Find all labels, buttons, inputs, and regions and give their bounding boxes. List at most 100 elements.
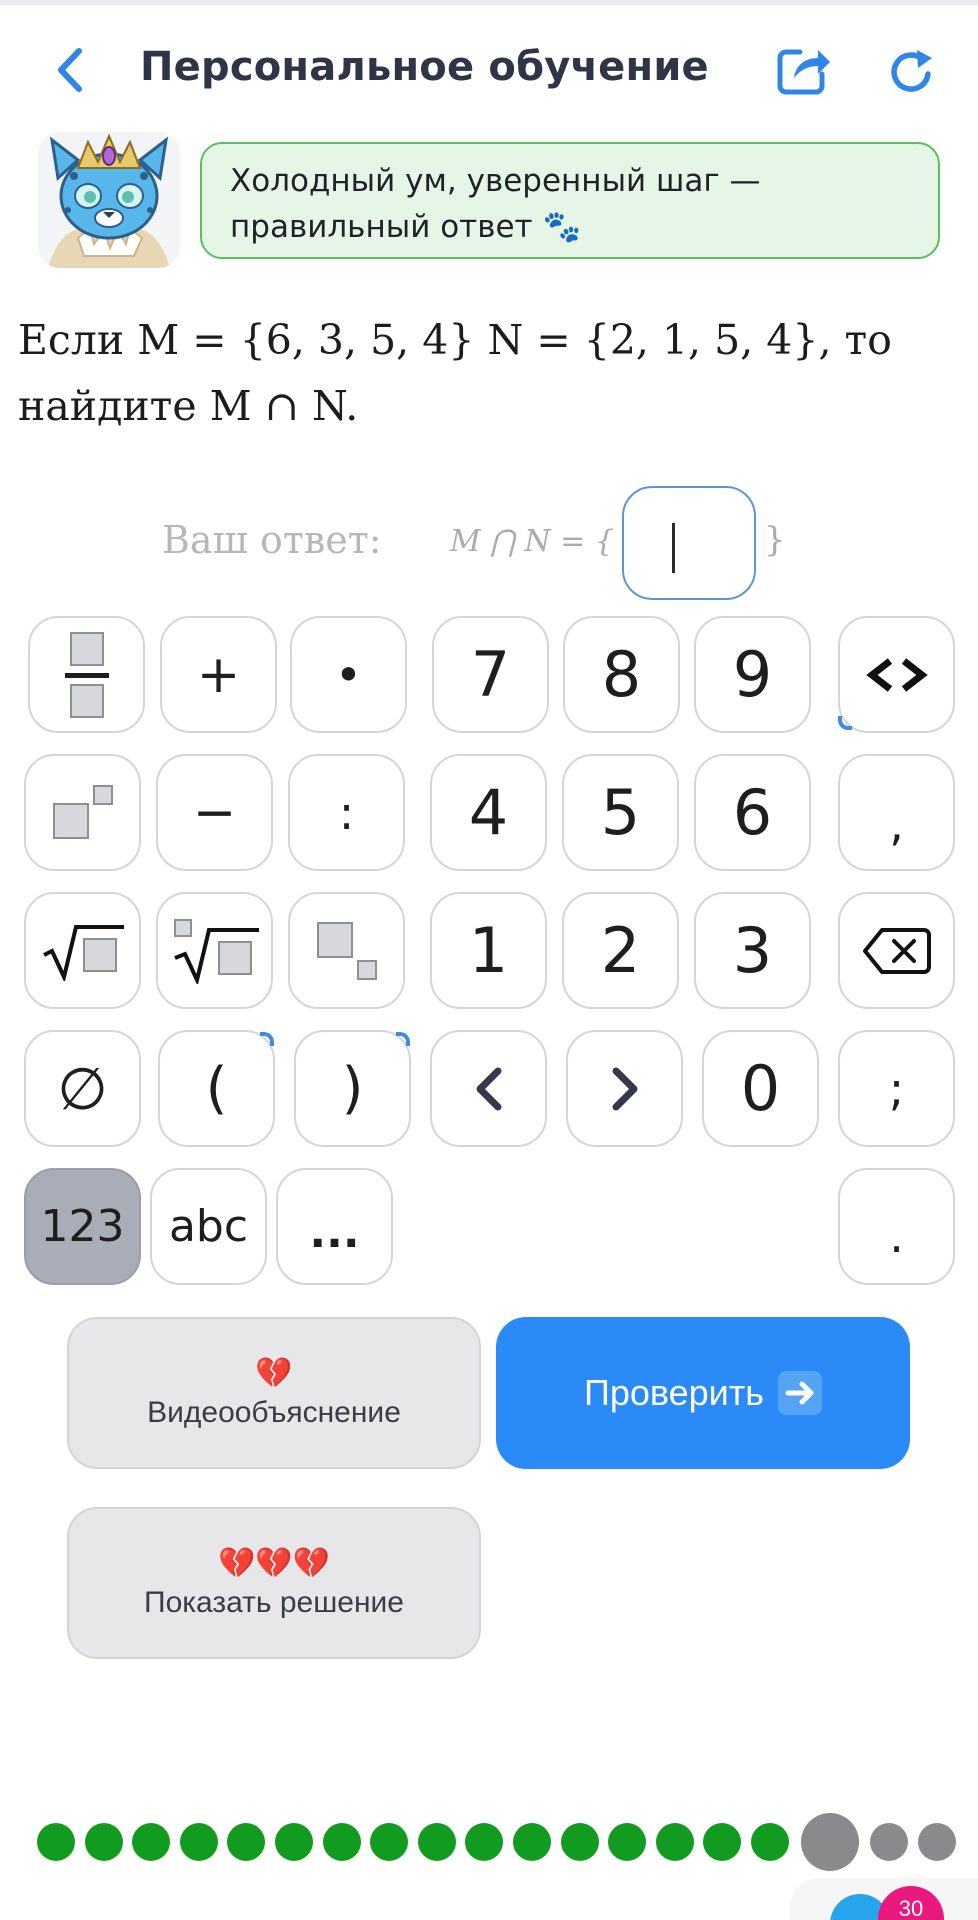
key-2[interactable]: 2 [562, 892, 679, 1009]
key-tags[interactable] [838, 616, 955, 733]
share-button[interactable] [776, 44, 832, 96]
text-caret [672, 523, 675, 573]
key-fraction[interactable] [28, 616, 145, 733]
progress-dot-completed [37, 1823, 75, 1861]
key-backspace[interactable] [838, 892, 955, 1009]
answer-input[interactable] [622, 486, 756, 600]
progress-dot-completed [655, 1823, 694, 1861]
key-greater-than[interactable] [566, 1030, 683, 1147]
key-comma[interactable]: , [838, 754, 955, 871]
key-mode-letters-label: abc [168, 1201, 249, 1252]
key-plus-label: + [196, 644, 241, 705]
fraction-icon [64, 631, 109, 718]
key-1[interactable]: 1 [430, 892, 547, 1009]
sqrt-icon [42, 924, 124, 981]
video-explanation-label: Видеообъяснение [147, 1396, 401, 1429]
check-button[interactable]: Проверить [496, 1317, 910, 1469]
arrow-right-icon [778, 1371, 823, 1415]
progress-dots [0, 1812, 978, 1872]
key-period-label: . [889, 1208, 904, 1263]
key-sqrt[interactable] [24, 892, 141, 1009]
key-power[interactable] [24, 754, 141, 871]
key-1-label: 1 [468, 913, 509, 987]
key-more-label: ... [309, 1207, 360, 1258]
subscript-icon [316, 921, 377, 980]
key-5-label: 5 [600, 775, 641, 849]
key-4-label: 4 [468, 775, 509, 849]
progress-dot-pending [870, 1823, 909, 1861]
key-0-label: 0 [740, 1051, 781, 1125]
mascot-avatar [38, 132, 180, 268]
answer-label: Ваш ответ: [162, 518, 382, 562]
key-nth-root[interactable] [156, 892, 273, 1009]
focus-corner-mark [396, 1032, 410, 1046]
progress-dot-completed [608, 1823, 647, 1861]
question-line-2: найдите M ∩ N. [18, 382, 359, 430]
key-dot-label: • [334, 647, 363, 702]
key-comma-label: , [889, 796, 904, 851]
progress-dot-completed [751, 1823, 789, 1861]
progress-dot-completed [560, 1823, 599, 1861]
check-button-label: Проверить [583, 1372, 765, 1413]
chevron-left-icon [58, 48, 82, 92]
show-solution-button[interactable]: 💔💔💔 Показать решение [67, 1507, 481, 1659]
key-period[interactable]: . [838, 1168, 955, 1285]
key-semicolon[interactable]: ; [838, 1030, 955, 1147]
key-dot[interactable]: • [290, 616, 407, 733]
key-colon[interactable]: : [288, 754, 405, 871]
progress-dot-completed [179, 1823, 218, 1861]
key-mode-numeric-label: 123 [40, 1201, 125, 1252]
key-3[interactable]: 3 [694, 892, 811, 1009]
key-2-label: 2 [600, 913, 641, 987]
key-left-paren[interactable]: ( [158, 1030, 275, 1147]
broken-hearts-icon: 💔💔💔 [217, 1546, 331, 1581]
key-semicolon-label: ; [888, 1061, 905, 1116]
video-explanation-button[interactable]: 💔 Видеообъяснение [67, 1317, 481, 1469]
refresh-button[interactable] [884, 44, 940, 100]
page-title: Персональное обучение [140, 44, 709, 90]
key-0[interactable]: 0 [702, 1030, 819, 1147]
key-7[interactable]: 7 [432, 616, 549, 733]
progress-dot-completed [322, 1823, 361, 1861]
key-9[interactable]: 9 [694, 616, 811, 733]
key-right-paren-label: ) [341, 1055, 364, 1121]
key-6-label: 6 [732, 775, 773, 849]
key-right-paren[interactable]: ) [294, 1030, 411, 1147]
progress-dot-completed [417, 1823, 456, 1861]
answer-closing-brace: } [764, 520, 786, 560]
status-strip [0, 0, 978, 5]
bubble-line-2: правильный ответ 🐾 [230, 209, 582, 245]
nth-root-icon [173, 918, 259, 984]
key-7-label: 7 [470, 637, 511, 711]
key-empty-set-label: ∅ [57, 1054, 108, 1123]
key-3-label: 3 [732, 913, 773, 987]
key-mode-numeric[interactable]: 123 [24, 1168, 141, 1285]
bubble-line-1: Холодный ум, уверенный шаг — [230, 163, 761, 199]
key-mode-letters[interactable]: abc [150, 1168, 267, 1285]
question-line-1: Если M = {6, 3, 5, 4} N = {2, 1, 5, 4}, … [18, 316, 892, 364]
key-4[interactable]: 4 [430, 754, 547, 871]
key-minus[interactable]: − [156, 754, 273, 871]
back-button[interactable] [44, 44, 96, 96]
progress-dot-completed [465, 1823, 504, 1861]
header: Персональное обучение [0, 20, 978, 116]
broken-heart-icon: 💔 [255, 1356, 293, 1391]
key-8[interactable]: 8 [563, 616, 680, 733]
key-colon-label: : [338, 785, 355, 840]
key-6[interactable]: 6 [694, 754, 811, 871]
key-empty-set[interactable]: ∅ [24, 1030, 141, 1147]
key-plus[interactable]: + [160, 616, 277, 733]
progress-dot-pending [917, 1823, 956, 1861]
chevron-right-icon [612, 1067, 637, 1110]
progress-dot-completed [370, 1823, 409, 1861]
key-more[interactable]: ... [276, 1168, 393, 1285]
motivation-bubble: Холодный ум, уверенный шаг — правильный … [200, 142, 940, 259]
key-less-than[interactable] [430, 1030, 547, 1147]
progress-dot-completed [703, 1823, 742, 1861]
key-left-paren-label: ( [205, 1055, 228, 1121]
answer-expression: M ⋂ N = { [450, 524, 614, 559]
key-subscript[interactable] [288, 892, 405, 1009]
key-9-label: 9 [732, 637, 773, 711]
progress-dot-completed [227, 1823, 266, 1861]
key-5[interactable]: 5 [562, 754, 679, 871]
